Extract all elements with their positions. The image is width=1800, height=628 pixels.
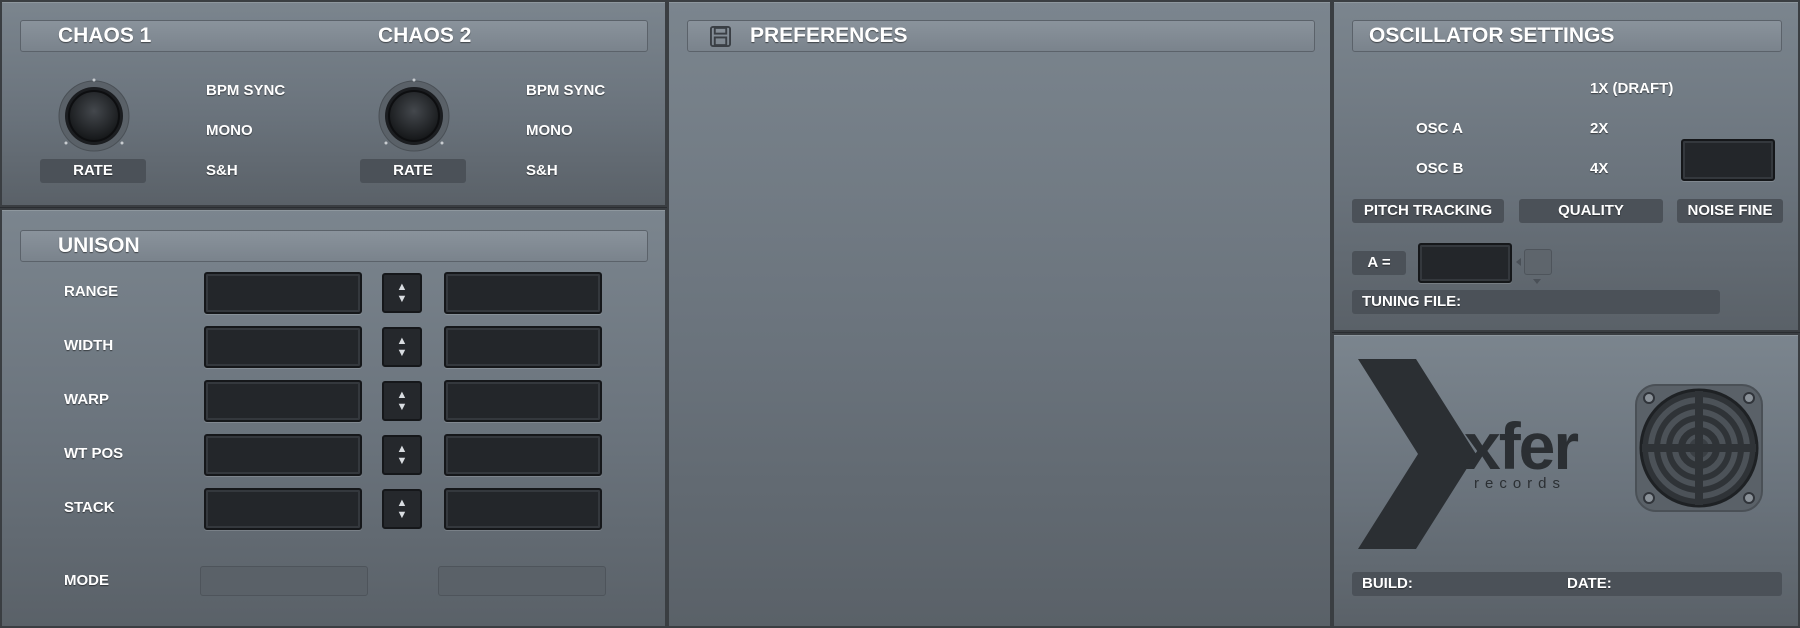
unison-width-field-a[interactable] [204,326,362,368]
noise-fine-field[interactable] [1681,139,1775,181]
arrow-down-icon[interactable]: ▼ [397,293,408,305]
chevron-down-icon [1533,279,1541,284]
date-label: DATE: [1567,575,1612,592]
chaos2-rate-label: RATE [360,159,466,183]
chaos1-rate-label: RATE [40,159,146,183]
osc-b-label[interactable]: OSC B [1416,160,1464,177]
arrow-down-icon[interactable]: ▼ [397,509,408,521]
speaker-grille-icon [1635,384,1763,512]
chaos1-bpm-sync[interactable]: BPM SYNC [206,82,285,99]
unison-mode-select-b[interactable] [438,566,606,596]
unison-mode-select-a[interactable] [200,566,368,596]
unison-width-label: WIDTH [64,337,114,354]
unison-panel: UNISON RANGE ▲ ▼ WIDTH ▲ ▼ WARP ▲ ▼ WT POS ▲ ▼ STACK… [0,208,667,628]
chaos1-title: CHAOS 1 [58,24,152,47]
unison-stack-field-b[interactable] [444,488,602,530]
osc-settings-panel: OSCILLATOR SETTINGS 1X (DRAFT) 2X 4X OSC… [1332,0,1800,332]
unison-range-label: RANGE [64,283,119,300]
xfer-logo: xfer records [1358,359,1580,549]
unison-wt-pos-stepper[interactable]: ▲ ▼ [382,435,422,475]
tuning-file-label[interactable]: TUNING FILE: [1352,290,1720,314]
logo-text: xfer [1464,409,1578,483]
unison-stack-label: STACK [64,499,115,516]
chaos2-mono[interactable]: MONO [526,122,573,139]
chaos2-bpm-sync[interactable]: BPM SYNC [526,82,605,99]
unison-header: UNISON [20,230,648,262]
unison-range-stepper[interactable]: ▲ ▼ [382,273,422,313]
quality-option-1x[interactable]: 1X (DRAFT) [1590,80,1673,97]
unison-mode-label: MODE [64,572,109,589]
a-equals-label: A = [1352,251,1406,275]
unison-stack-stepper[interactable]: ▲ ▼ [382,489,422,529]
unison-wt-pos-field-b[interactable] [444,434,602,476]
arrow-up-icon[interactable]: ▲ [397,389,408,401]
chaos-panel: CHAOS 1 CHAOS 2 RATE BPM SYNC MONO S&H R… [0,0,667,207]
save-icon[interactable] [710,26,731,47]
preferences-title: PREFERENCES [750,24,908,47]
unison-warp-field-b[interactable] [444,380,602,422]
quality-option-4x[interactable]: 4X [1590,160,1608,177]
osc-a-label[interactable]: OSC A [1416,120,1463,137]
build-label: BUILD: [1362,575,1413,592]
chaos2-sh[interactable]: S&H [526,162,558,179]
arrow-up-icon[interactable]: ▲ [397,443,408,455]
chaos-header: CHAOS 1 CHAOS 2 [20,20,648,52]
about-panel: xfer records BUILD: DATE: [1332,333,1800,628]
arrow-down-icon[interactable]: ▼ [397,401,408,413]
arrow-up-icon[interactable]: ▲ [397,335,408,347]
osc-settings-title: OSCILLATOR SETTINGS [1369,24,1615,47]
chaos2-rate-knob[interactable] [376,78,452,154]
unison-width-field-b[interactable] [444,326,602,368]
a-frequency-field[interactable] [1418,243,1512,283]
unison-range-field-b[interactable] [444,272,602,314]
chaos1-rate-knob[interactable] [56,78,132,154]
chaos2-title: CHAOS 2 [378,24,472,47]
arrow-down-icon[interactable]: ▼ [397,455,408,467]
unison-title: UNISON [58,234,140,257]
quality-option-2x[interactable]: 2X [1590,120,1608,137]
osc-settings-header: OSCILLATOR SETTINGS [1352,20,1782,52]
unison-width-stepper[interactable]: ▲ ▼ [382,327,422,367]
build-info-bar: BUILD: DATE: [1352,572,1782,596]
unison-warp-field-a[interactable] [204,380,362,422]
chaos1-sh[interactable]: S&H [206,162,238,179]
unison-warp-label: WARP [64,391,109,408]
unison-warp-stepper[interactable]: ▲ ▼ [382,381,422,421]
tuning-dropdown-button[interactable] [1524,249,1552,275]
quality-label: QUALITY [1519,199,1663,223]
arrow-up-icon[interactable]: ▲ [397,281,408,293]
preferences-header: PREFERENCES [687,20,1315,52]
pitch-tracking-label: PITCH TRACKING [1352,199,1504,223]
caret-left-icon [1516,258,1521,266]
arrow-up-icon[interactable]: ▲ [397,497,408,509]
unison-range-field-a[interactable] [204,272,362,314]
arrow-down-icon[interactable]: ▼ [397,347,408,359]
noise-fine-label: NOISE FINE [1677,199,1783,223]
unison-wt-pos-field-a[interactable] [204,434,362,476]
logo-subtext: records [1474,475,1566,492]
unison-wt-pos-label: WT POS [64,445,124,462]
preferences-panel: PREFERENCES [667,0,1332,628]
chaos1-mono[interactable]: MONO [206,122,253,139]
unison-stack-field-a[interactable] [204,488,362,530]
